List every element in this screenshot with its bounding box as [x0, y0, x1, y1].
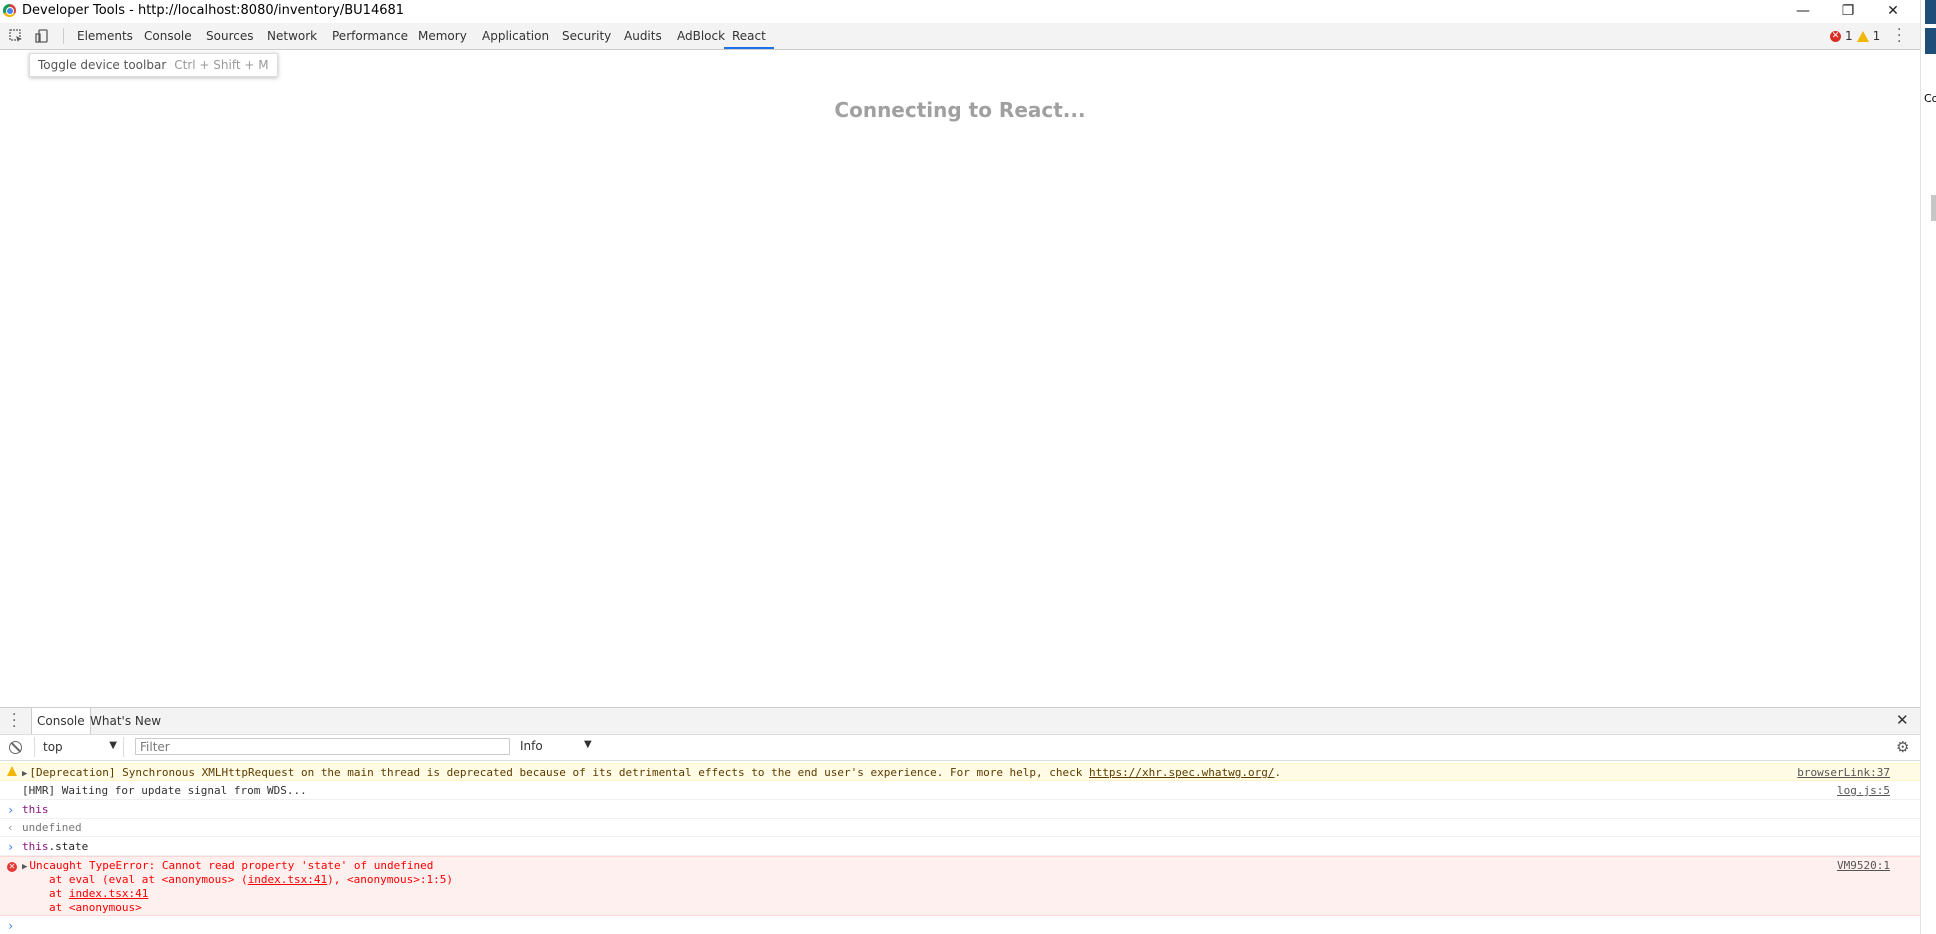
- tab-performance[interactable]: Performance: [332, 23, 408, 49]
- window-title-bar: Developer Tools - http://localhost:8080/…: [0, 0, 1920, 22]
- log-text: [HMR] Waiting for update signal from WDS…: [22, 784, 307, 797]
- input-text: this.state: [22, 840, 89, 853]
- context-selector[interactable]: top ▼: [34, 737, 124, 757]
- tab-application[interactable]: Application: [482, 23, 549, 49]
- background-window-strip: Co: [1920, 0, 1936, 934]
- stack-trace-link[interactable]: index.tsx:41: [69, 887, 148, 900]
- stack-trace-link[interactable]: index.tsx:41: [248, 873, 327, 886]
- error-source-link[interactable]: VM9520:1: [1837, 859, 1890, 873]
- tab-audits[interactable]: Audits: [624, 23, 662, 49]
- warning-link[interactable]: https://xhr.spec.whatwg.org/: [1089, 766, 1274, 779]
- warning-source-link[interactable]: browserLink:37: [1797, 766, 1890, 780]
- tab-elements[interactable]: Elements: [77, 23, 133, 49]
- input-chevron-icon: ›: [7, 840, 15, 854]
- devtools-menu-icon[interactable]: · · ·: [1897, 23, 1901, 49]
- log-level-value: Info: [520, 739, 543, 753]
- context-value: top: [43, 740, 63, 754]
- error-icon: ✕: [1830, 30, 1841, 42]
- log-levels-dropdown[interactable]: Info ▼: [520, 739, 600, 753]
- stack-trace-line: at <anonymous>: [49, 901, 142, 914]
- device-toolbar-icon[interactable]: [34, 28, 50, 44]
- expand-triangle-icon[interactable]: ▶: [22, 769, 27, 779]
- drawer-tab-bar: · · · Console What's New ✕: [0, 707, 1920, 735]
- error-count: 1: [1845, 29, 1853, 43]
- warning-count: 1: [1872, 29, 1881, 43]
- background-window-edge: [1925, 28, 1936, 54]
- background-window-edge: [1925, 0, 1936, 24]
- console-input-message: › this: [0, 801, 1920, 819]
- expand-triangle-icon[interactable]: ▶: [22, 862, 27, 872]
- tab-react[interactable]: React: [724, 23, 774, 49]
- console-warning-message: ▶ [Deprecation] Synchronous XMLHttpReques…: [0, 763, 1920, 781]
- warning-text: ▶ [Deprecation] Synchronous XMLHttpReques…: [22, 766, 1282, 779]
- drawer-tab-whats-new[interactable]: What's New: [85, 708, 166, 734]
- tooltip: Toggle device toolbar Ctrl + Shift + M: [29, 53, 278, 77]
- minimize-button[interactable]: —: [1780, 0, 1826, 22]
- error-text: ▶ Uncaught TypeError: Cannot read propert…: [22, 859, 434, 872]
- background-scrollbar: [1931, 195, 1936, 221]
- chrome-icon: [3, 4, 16, 17]
- tab-memory[interactable]: Memory: [418, 23, 467, 49]
- console-filter-input[interactable]: [135, 738, 510, 755]
- console-log-message: [HMR] Waiting for update signal from WDS…: [0, 782, 1920, 800]
- clear-console-icon[interactable]: [9, 741, 22, 754]
- log-source-link[interactable]: log.js:5: [1837, 784, 1890, 798]
- inspect-element-icon[interactable]: [8, 28, 24, 44]
- input-text: this: [22, 803, 49, 816]
- window-title: Developer Tools - http://localhost:8080/…: [22, 3, 405, 18]
- background-window-label: Co: [1924, 92, 1936, 105]
- console-settings-icon[interactable]: ⚙: [1896, 738, 1909, 756]
- dropdown-arrow-icon: ▼: [109, 740, 117, 751]
- console-error-message: ✕ ▶ Uncaught TypeError: Cannot read prope…: [0, 856, 1920, 916]
- drawer-menu-icon[interactable]: · · ·: [12, 708, 16, 734]
- stack-trace-line: at eval (eval at <anonymous> (index.tsx:…: [49, 873, 454, 886]
- drawer-tab-console[interactable]: Console: [31, 708, 91, 734]
- restore-button[interactable]: ❐: [1825, 0, 1871, 22]
- console-toolbar: top ▼ Info ▼ ⚙: [0, 735, 1920, 761]
- toolbar-divider: [63, 28, 64, 44]
- issues-counter[interactable]: ✕ 1 1: [1830, 29, 1880, 43]
- console-prompt[interactable]: ›: [7, 919, 14, 933]
- stack-trace-line: at index.tsx:41: [49, 887, 149, 900]
- close-window-button[interactable]: ✕: [1870, 0, 1916, 22]
- tab-network[interactable]: Network: [267, 23, 317, 49]
- result-text: undefined: [22, 821, 82, 834]
- warning-icon: [1856, 30, 1869, 42]
- close-drawer-icon[interactable]: ✕: [1896, 711, 1909, 729]
- tooltip-shortcut: Ctrl + Shift + M: [174, 58, 269, 72]
- warning-icon: [7, 766, 17, 780]
- dropdown-arrow-icon: ▼: [584, 739, 592, 750]
- error-icon: ✕: [7, 862, 17, 872]
- devtools-tab-bar: Elements Console Sources Network Perform…: [0, 23, 1920, 50]
- tab-console[interactable]: Console: [144, 23, 192, 49]
- console-result-message: ‹ undefined: [0, 819, 1920, 837]
- input-chevron-icon: ›: [7, 803, 15, 817]
- tooltip-label: Toggle device toolbar: [38, 58, 167, 72]
- tab-sources[interactable]: Sources: [206, 23, 253, 49]
- result-chevron-icon: ‹: [7, 821, 14, 834]
- tab-security[interactable]: Security: [562, 23, 611, 49]
- react-connecting-status: Connecting to React...: [834, 98, 1086, 122]
- tab-adblock[interactable]: AdBlock: [677, 23, 725, 49]
- console-input-message: › this.state: [0, 838, 1920, 856]
